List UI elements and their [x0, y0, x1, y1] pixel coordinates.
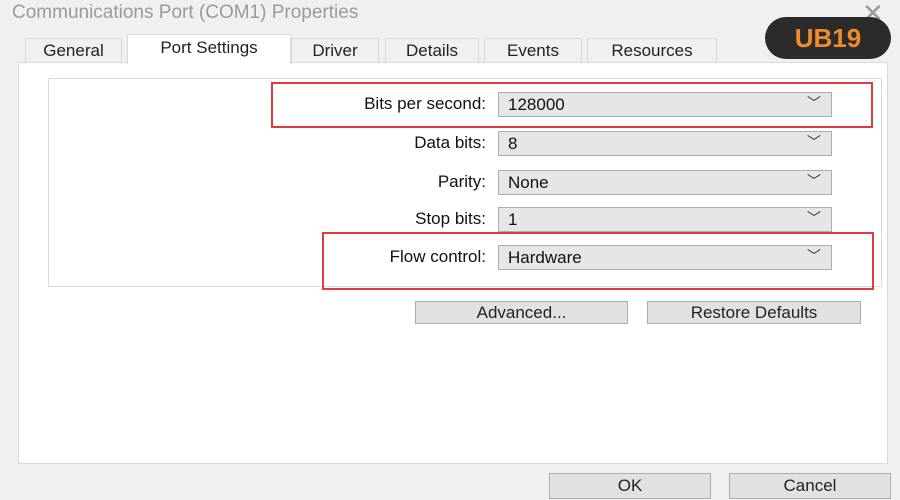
data-bits-label: Data bits: [414, 133, 486, 152]
ok-button[interactable]: OK [549, 473, 711, 499]
advanced-button[interactable]: Advanced... [415, 301, 628, 324]
parity-value: None [508, 173, 549, 192]
restore-defaults-button[interactable]: Restore Defaults [647, 301, 861, 324]
chevron-down-icon: ﹀ [807, 134, 821, 150]
window-title: Communications Port (COM1) Properties [12, 2, 359, 23]
cancel-button[interactable]: Cancel [729, 473, 891, 499]
parity-select[interactable]: None ﹀ [498, 170, 832, 195]
stop-bits-label: Stop bits: [415, 209, 486, 228]
highlight-box-flow-control [322, 232, 874, 290]
tab-events[interactable]: Events [484, 38, 582, 63]
chevron-down-icon: ﹀ [807, 210, 821, 226]
tab-port-settings[interactable]: Port Settings [127, 34, 291, 64]
parity-label: Parity: [437, 172, 486, 191]
data-bits-value: 8 [508, 134, 518, 153]
stop-bits-select[interactable]: 1 ﹀ [498, 207, 832, 232]
data-bits-select[interactable]: 8 ﹀ [498, 131, 832, 156]
chevron-down-icon: ﹀ [807, 173, 821, 189]
tab-driver[interactable]: Driver [291, 38, 379, 63]
tab-resources[interactable]: Resources [587, 38, 717, 63]
highlight-box-bits-per-second [271, 82, 873, 128]
tab-details[interactable]: Details [385, 38, 479, 63]
logo: UB19 [765, 17, 891, 59]
tab-general[interactable]: General [25, 38, 122, 63]
stop-bits-value: 1 [508, 210, 518, 229]
